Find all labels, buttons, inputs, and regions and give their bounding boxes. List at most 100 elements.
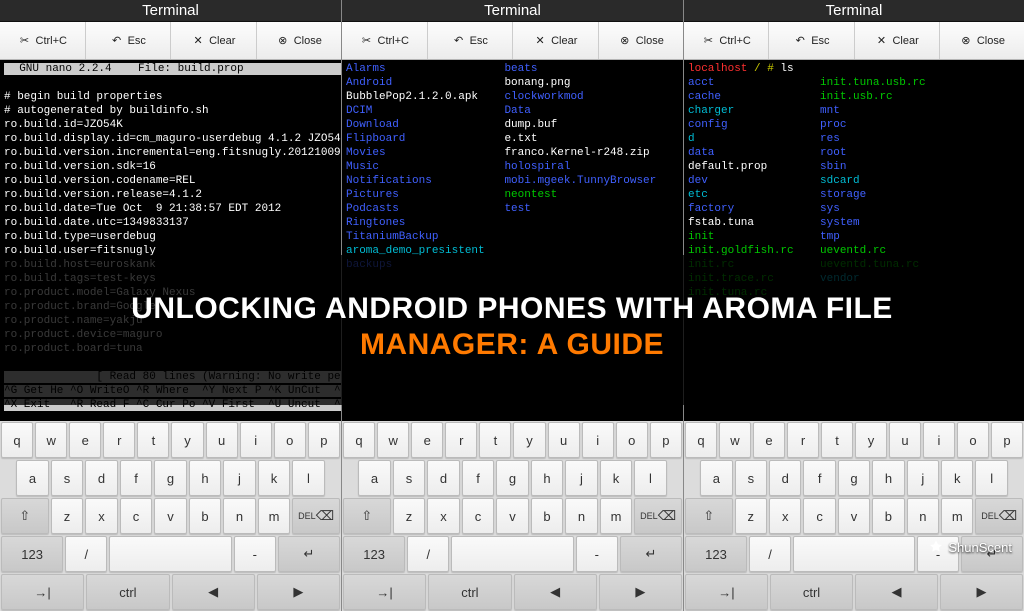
key-key[interactable]: ↵ bbox=[278, 536, 340, 572]
cut-button[interactable]: ✂Ctrl+C bbox=[684, 22, 769, 59]
key-smalldelsmall[interactable]: DEL ⌫ bbox=[292, 498, 340, 534]
key-h[interactable]: h bbox=[189, 460, 222, 496]
key-123[interactable]: 123 bbox=[1, 536, 63, 572]
key-k[interactable]: k bbox=[600, 460, 633, 496]
key-m[interactable]: m bbox=[258, 498, 291, 534]
key-j[interactable]: j bbox=[907, 460, 939, 496]
key-key[interactable]: ↵ bbox=[620, 536, 682, 572]
key-l[interactable]: l bbox=[292, 460, 325, 496]
key-key[interactable]: ◀ bbox=[172, 574, 255, 610]
key-c[interactable]: c bbox=[803, 498, 835, 534]
key-i[interactable]: i bbox=[923, 422, 955, 458]
key-c[interactable]: c bbox=[120, 498, 153, 534]
key-b[interactable]: b bbox=[872, 498, 904, 534]
cut-button[interactable]: ✂Ctrl+C bbox=[0, 22, 86, 59]
key-f[interactable]: f bbox=[462, 460, 495, 496]
key-a[interactable]: a bbox=[358, 460, 391, 496]
key-s[interactable]: s bbox=[393, 460, 426, 496]
key-w[interactable]: w bbox=[35, 422, 67, 458]
key-x[interactable]: x bbox=[85, 498, 118, 534]
key-a[interactable]: a bbox=[16, 460, 49, 496]
key-key[interactable]: →| bbox=[1, 574, 84, 610]
key-t[interactable]: t bbox=[137, 422, 169, 458]
esc-button[interactable]: ↶Esc bbox=[769, 22, 854, 59]
key-x[interactable]: x bbox=[427, 498, 460, 534]
clear-button[interactable]: ✕Clear bbox=[855, 22, 940, 59]
key-h[interactable]: h bbox=[531, 460, 564, 496]
key-b[interactable]: b bbox=[189, 498, 222, 534]
key-key[interactable]: / bbox=[749, 536, 791, 572]
key-ctrl[interactable]: ctrl bbox=[428, 574, 511, 610]
key-smalldelsmall[interactable]: DEL ⌫ bbox=[975, 498, 1023, 534]
key-key[interactable]: - bbox=[576, 536, 618, 572]
key-r[interactable]: r bbox=[445, 422, 477, 458]
key-d[interactable]: d bbox=[85, 460, 118, 496]
key-d[interactable]: d bbox=[769, 460, 801, 496]
key-g[interactable]: g bbox=[154, 460, 187, 496]
key-h[interactable]: h bbox=[872, 460, 904, 496]
key-b[interactable]: b bbox=[531, 498, 564, 534]
key-j[interactable]: j bbox=[223, 460, 256, 496]
key-z[interactable]: z bbox=[393, 498, 426, 534]
key-ctrl[interactable]: ctrl bbox=[86, 574, 169, 610]
key-s[interactable]: s bbox=[735, 460, 767, 496]
key-key[interactable]: →| bbox=[343, 574, 426, 610]
key-e[interactable]: e bbox=[411, 422, 443, 458]
key-key[interactable]: ◀ bbox=[514, 574, 597, 610]
key-u[interactable]: u bbox=[548, 422, 580, 458]
esc-button[interactable]: ↶Esc bbox=[86, 22, 172, 59]
key-e[interactable]: e bbox=[753, 422, 785, 458]
clear-button[interactable]: ✕Clear bbox=[513, 22, 599, 59]
close-button[interactable]: ⊗Close bbox=[940, 22, 1024, 59]
key-g[interactable]: g bbox=[496, 460, 529, 496]
key-n[interactable]: n bbox=[223, 498, 256, 534]
key-o[interactable]: o bbox=[274, 422, 306, 458]
key-s[interactable]: s bbox=[51, 460, 84, 496]
key-v[interactable]: v bbox=[496, 498, 529, 534]
key-u[interactable]: u bbox=[206, 422, 238, 458]
key-key[interactable]: ⇧ bbox=[1, 498, 49, 534]
key-p[interactable]: p bbox=[308, 422, 340, 458]
key-key[interactable]: ◀ bbox=[855, 574, 938, 610]
clear-button[interactable]: ✕Clear bbox=[171, 22, 257, 59]
cut-button[interactable]: ✂Ctrl+C bbox=[342, 22, 428, 59]
key-o[interactable]: o bbox=[616, 422, 648, 458]
key-space[interactable] bbox=[109, 536, 231, 572]
key-y[interactable]: y bbox=[513, 422, 545, 458]
key-v[interactable]: v bbox=[154, 498, 187, 534]
key-r[interactable]: r bbox=[787, 422, 819, 458]
key-v[interactable]: v bbox=[838, 498, 870, 534]
key-n[interactable]: n bbox=[565, 498, 598, 534]
key-key[interactable]: - bbox=[234, 536, 276, 572]
key-r[interactable]: r bbox=[103, 422, 135, 458]
key-smalldelsmall[interactable]: DEL ⌫ bbox=[634, 498, 682, 534]
key-n[interactable]: n bbox=[907, 498, 939, 534]
key-p[interactable]: p bbox=[991, 422, 1023, 458]
key-space[interactable] bbox=[793, 536, 915, 572]
key-y[interactable]: y bbox=[171, 422, 203, 458]
key-key[interactable]: →| bbox=[685, 574, 768, 610]
key-123[interactable]: 123 bbox=[685, 536, 747, 572]
key-q[interactable]: q bbox=[685, 422, 717, 458]
esc-button[interactable]: ↶Esc bbox=[428, 22, 514, 59]
key-ctrl[interactable]: ctrl bbox=[770, 574, 853, 610]
key-key[interactable]: ⇧ bbox=[343, 498, 391, 534]
key-w[interactable]: w bbox=[719, 422, 751, 458]
key-q[interactable]: q bbox=[343, 422, 375, 458]
key-p[interactable]: p bbox=[650, 422, 682, 458]
key-y[interactable]: y bbox=[855, 422, 887, 458]
key-key[interactable]: ▶ bbox=[599, 574, 682, 610]
key-x[interactable]: x bbox=[769, 498, 801, 534]
key-t[interactable]: t bbox=[821, 422, 853, 458]
key-key[interactable]: / bbox=[407, 536, 449, 572]
key-f[interactable]: f bbox=[120, 460, 153, 496]
key-z[interactable]: z bbox=[51, 498, 84, 534]
key-z[interactable]: z bbox=[735, 498, 767, 534]
key-o[interactable]: o bbox=[957, 422, 989, 458]
key-m[interactable]: m bbox=[600, 498, 633, 534]
key-a[interactable]: a bbox=[700, 460, 732, 496]
key-l[interactable]: l bbox=[634, 460, 667, 496]
key-c[interactable]: c bbox=[462, 498, 495, 534]
key-l[interactable]: l bbox=[975, 460, 1007, 496]
key-key[interactable]: / bbox=[65, 536, 107, 572]
